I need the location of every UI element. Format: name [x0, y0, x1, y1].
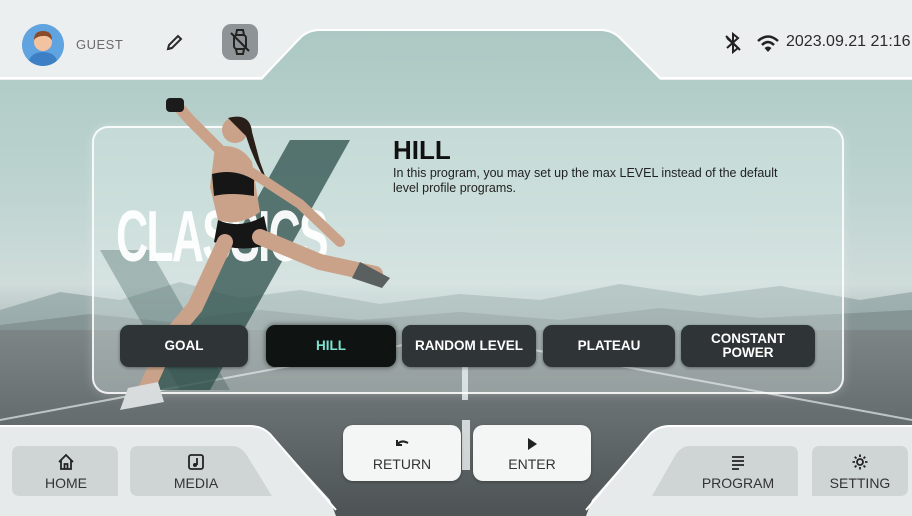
program-button-hill[interactable]: HILL [266, 325, 396, 367]
play-arrow-icon [528, 437, 537, 450]
runner-illustration [120, 98, 390, 410]
program-title: HILL [393, 135, 451, 165]
program-description: In this program, you may set up the max … [393, 166, 778, 195]
treadmill-console-screen: GUEST 2023.09.21 21:16 CLASSICS [0, 0, 912, 516]
list-icon [732, 456, 744, 470]
home-icon [58, 453, 74, 470]
program-label: PROGRAM [701, 475, 775, 491]
program-button-goal[interactable]: GOAL [120, 325, 248, 367]
bluetooth-icon[interactable] [724, 32, 742, 54]
program-button[interactable]: PROGRAM [688, 444, 788, 500]
pencil-icon[interactable] [163, 30, 187, 54]
program-button-plateau[interactable]: PLATEAU [543, 325, 675, 367]
datetime-display: 2023.09.21 21:16 [786, 33, 911, 50]
user-name-label: GUEST [76, 37, 124, 52]
enter-button[interactable]: ENTER [473, 425, 591, 481]
return-label: RETURN [372, 455, 432, 472]
watch-off-icon [230, 29, 250, 55]
avatar-icon [22, 24, 64, 66]
music-note-icon [188, 454, 204, 470]
setting-label: SETTING [829, 475, 891, 491]
enter-label: ENTER [508, 455, 556, 472]
return-arrow-icon [396, 439, 409, 446]
home-button[interactable]: HOME [14, 444, 118, 500]
home-label: HOME [45, 475, 87, 491]
wifi-icon[interactable] [756, 34, 780, 54]
program-button-random-level[interactable]: RANDOM LEVEL [402, 325, 536, 367]
media-label: MEDIA [173, 475, 219, 491]
gear-icon [852, 454, 868, 470]
return-button[interactable]: RETURN [343, 425, 461, 481]
user-avatar[interactable] [22, 24, 64, 66]
setting-button[interactable]: SETTING [812, 444, 908, 500]
media-button[interactable]: MEDIA [136, 444, 256, 500]
program-button-constant-power[interactable]: CONSTANT POWER [681, 325, 815, 367]
watch-toggle-button[interactable] [222, 24, 258, 60]
